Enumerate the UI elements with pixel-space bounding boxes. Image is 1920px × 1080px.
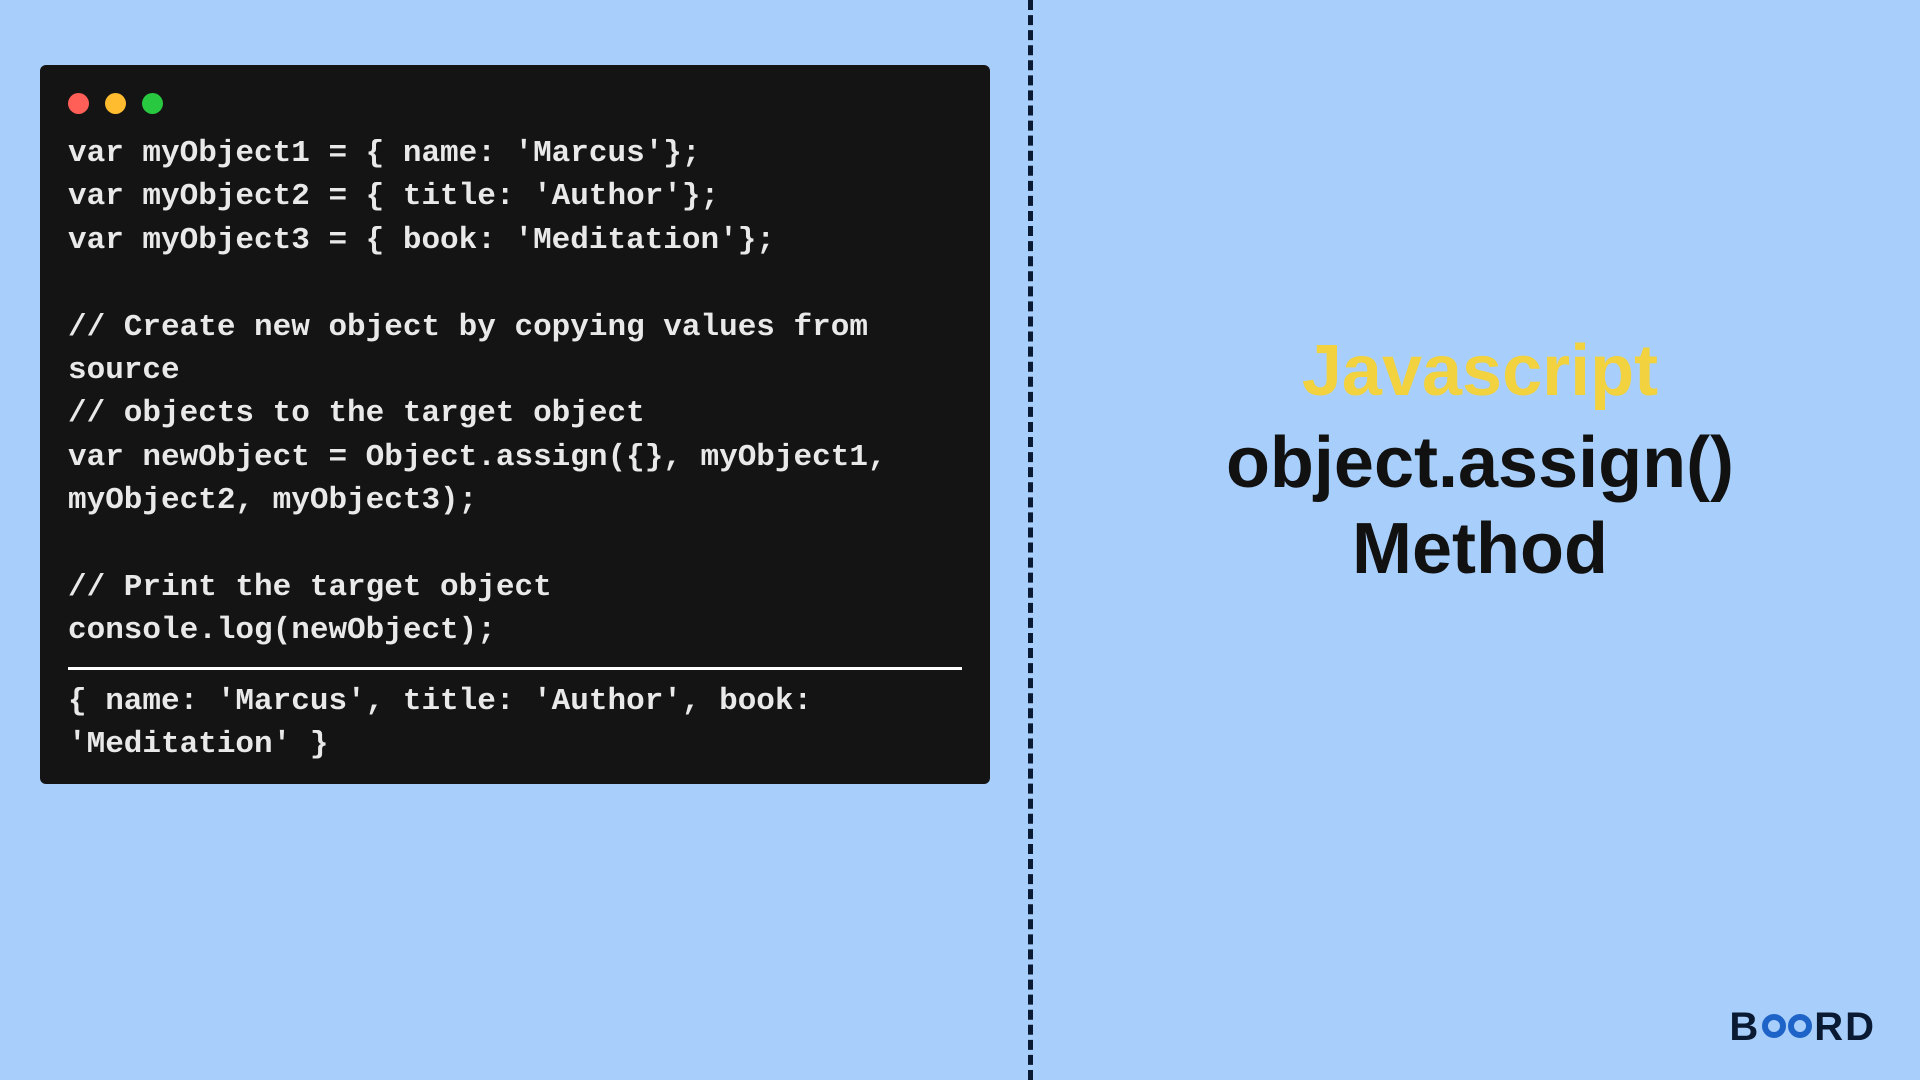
minimize-icon [105, 93, 126, 114]
logo-suffix: RD [1814, 1005, 1876, 1050]
code-output-divider [68, 667, 962, 670]
maximize-icon [142, 93, 163, 114]
brand-logo: B RD [1729, 1005, 1876, 1050]
title-line-1: Javascript [1080, 330, 1880, 412]
title-line-2: object.assign() [1080, 420, 1880, 506]
code-window: var myObject1 = { name: 'Marcus'}; var m… [40, 65, 990, 784]
code-body: var myObject1 = { name: 'Marcus'}; var m… [40, 132, 990, 653]
close-icon [68, 93, 89, 114]
infinity-icon [1762, 1014, 1812, 1042]
logo-prefix: B [1729, 1005, 1760, 1050]
code-output: { name: 'Marcus', title: 'Author', book:… [40, 680, 990, 767]
slide-title: Javascript object.assign() Method [1080, 330, 1880, 593]
title-line-3: Method [1080, 506, 1880, 592]
vertical-divider [1028, 0, 1033, 1080]
traffic-lights [40, 65, 990, 132]
